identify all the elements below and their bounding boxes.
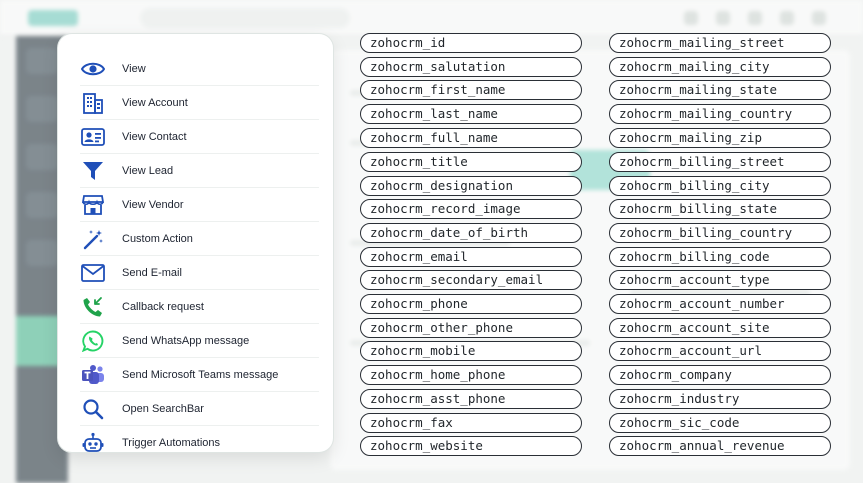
field-pill: zohocrm_mobile [360,341,582,361]
field-pill: zohocrm_company [609,365,831,385]
field-pill: zohocrm_secondary_email [360,270,582,290]
menu-item-label: View Vendor [122,198,184,211]
field-pill: zohocrm_billing_street [609,152,831,172]
menu-item-label: Trigger Automations [122,437,221,449]
field-pill: zohocrm_asst_phone [360,389,582,409]
menu-item-open-searchbar[interactable]: Open SearchBar [80,392,319,426]
field-pill: zohocrm_industry [609,389,831,409]
background-sidebar-item [26,96,58,122]
field-pill: zohocrm_mailing_zip [609,128,831,148]
contact-card-icon [80,124,106,150]
field-pill: zohocrm_id [360,33,582,53]
field-pill: zohocrm_mailing_street [609,33,831,53]
field-pill: zohocrm_date_of_birth [360,223,582,243]
field-pill: zohocrm_account_number [609,294,831,314]
menu-item-view-vendor[interactable]: View Vendor [80,188,319,222]
menu-item-send-whatsapp[interactable]: Send WhatsApp message [80,324,319,358]
menu-item-label: View Account [122,96,188,109]
field-pill: zohocrm_billing_code [609,247,831,267]
field-pill: zohocrm_fax [360,413,582,433]
field-pill: zohocrm_salutation [360,57,582,77]
field-pill: zohocrm_other_phone [360,318,582,338]
menu-item-label: Send E-mail [122,266,182,279]
field-pill: zohocrm_email [360,247,582,267]
background-search [140,8,350,28]
menu-item-view-contact[interactable]: View Contact [80,120,319,154]
menu-item-callback-request[interactable]: Callback request [80,290,319,324]
field-pill: zohocrm_phone [360,294,582,314]
menu-item-label: View [122,62,146,75]
menu-item-trigger-automations[interactable]: Trigger Automations [80,426,319,460]
funnel-icon [80,158,106,184]
menu-item-label: Send WhatsApp message [122,334,250,347]
storefront-icon [80,192,106,218]
magic-wand-icon [80,226,106,252]
background-topbar-icon [684,11,698,25]
background-topbar-icon [716,11,730,25]
field-pill: zohocrm_account_site [609,318,831,338]
action-menu: View View Account View Contact View Lead… [58,34,333,452]
field-pill: zohocrm_full_name [360,128,582,148]
background-sidebar-item [26,240,58,266]
menu-item-label: View Lead [122,164,174,177]
phone-callback-icon [80,294,106,320]
field-pill: zohocrm_account_url [609,341,831,361]
eye-icon [80,56,106,82]
search-icon [80,396,106,422]
background-topbar-icon [748,11,762,25]
field-pill: zohocrm_annual_revenue [609,436,831,456]
background-topbar [0,0,863,36]
menu-item-label: Send Microsoft Teams message [122,368,279,381]
field-pill: zohocrm_mailing_city [609,57,831,77]
field-pill: zohocrm_account_type [609,270,831,290]
field-pill: zohocrm_first_name [360,80,582,100]
field-pill: zohocrm_billing_city [609,176,831,196]
field-pill: zohocrm_mailing_state [609,80,831,100]
robot-icon [80,430,106,456]
field-pill: zohocrm_home_phone [360,365,582,385]
background-sidebar-item [26,192,58,218]
background-sidebar-item [26,48,58,74]
whatsapp-icon [80,328,106,354]
field-pill: zohocrm_billing_state [609,199,831,219]
building-icon [80,90,106,116]
field-pill: zohocrm_mailing_country [609,104,831,124]
teams-icon [80,362,106,388]
background-sidebar-item [26,144,58,170]
field-pill: zohocrm_designation [360,176,582,196]
field-pill: zohocrm_record_image [360,199,582,219]
background-topbar-icon [812,11,826,25]
field-pill: zohocrm_sic_code [609,413,831,433]
background-topbar-icon [780,11,794,25]
envelope-icon [80,260,106,286]
menu-item-label: Open SearchBar [122,402,204,415]
field-pill: zohocrm_billing_country [609,223,831,243]
menu-item-label: View Contact [122,130,187,143]
field-pill: zohocrm_last_name [360,104,582,124]
menu-item-label: Callback request [122,300,204,313]
menu-item-label: Custom Action [122,232,193,245]
menu-item-view-lead[interactable]: View Lead [80,154,319,188]
menu-item-custom-action[interactable]: Custom Action [80,222,319,256]
field-pill: zohocrm_title [360,152,582,172]
menu-item-view-account[interactable]: View Account [80,86,319,120]
menu-item-send-email[interactable]: Send E-mail [80,256,319,290]
field-pill: zohocrm_website [360,436,582,456]
background-logo [28,10,78,26]
menu-item-send-teams[interactable]: Send Microsoft Teams message [80,358,319,392]
menu-item-view[interactable]: View [80,52,319,86]
